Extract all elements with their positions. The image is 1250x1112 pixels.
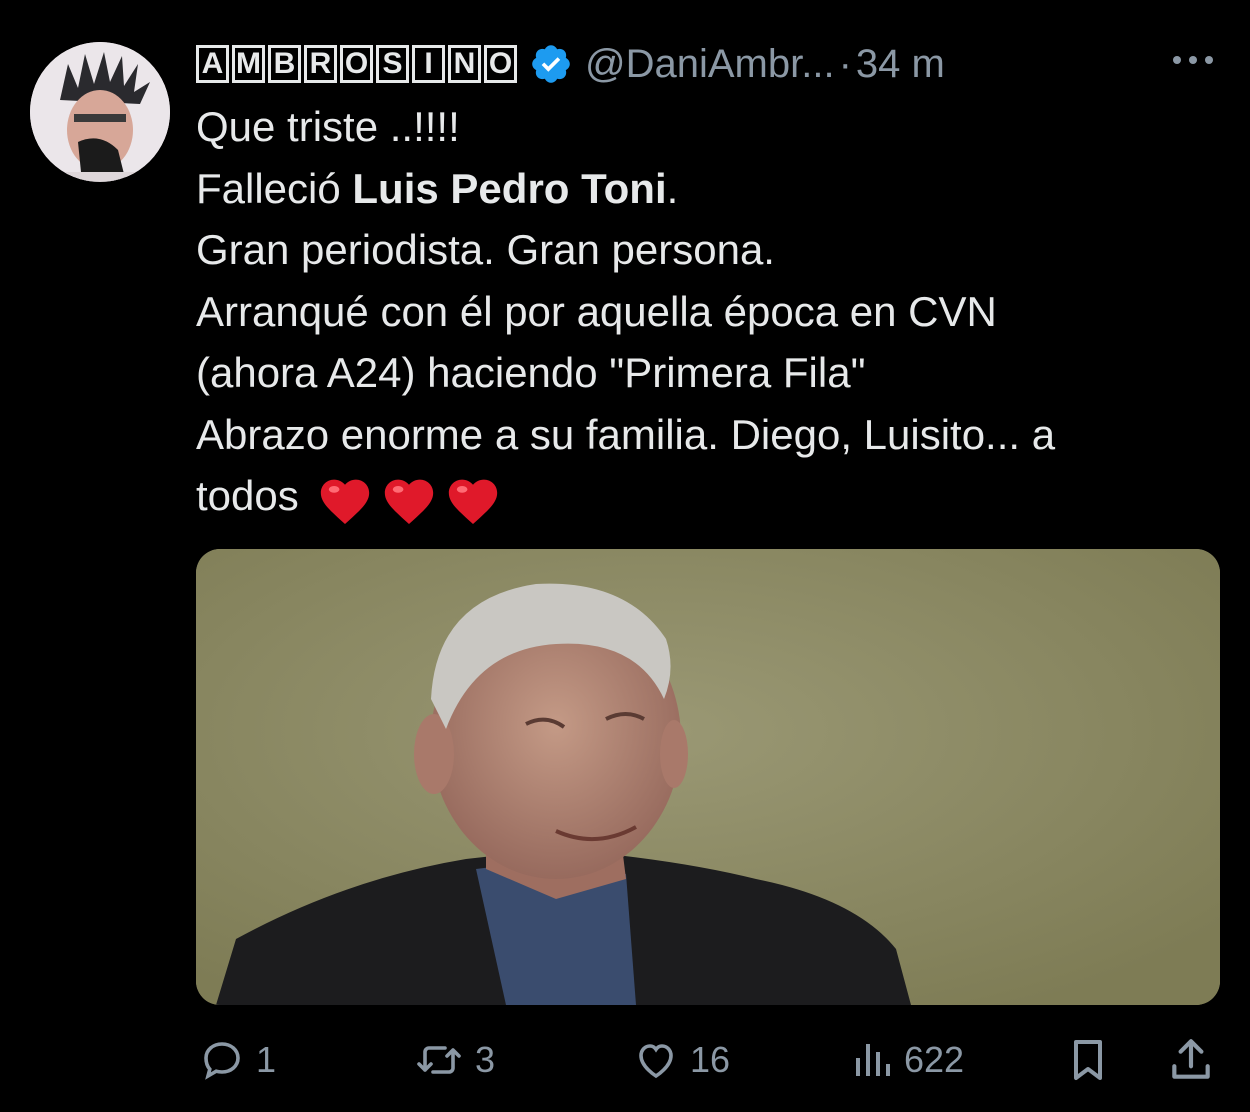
retweet-icon bbox=[417, 1046, 461, 1074]
text-fragment: . bbox=[666, 164, 679, 212]
text-fragment: todos bbox=[196, 472, 299, 519]
share-icon bbox=[1172, 1039, 1210, 1079]
bookmark-icon bbox=[1074, 1040, 1102, 1080]
display-name-letter: B bbox=[268, 45, 301, 83]
display-name-letter: M bbox=[232, 45, 265, 83]
retweet-count: 3 bbox=[475, 1039, 496, 1080]
tweet: AMBROSINO @DaniAmbr... · 34 m Que triste… bbox=[0, 0, 1250, 1112]
text-line: Arranqué con él por aquella época en CVN bbox=[196, 287, 997, 335]
display-name-letter: I bbox=[412, 45, 445, 83]
tweet-header: AMBROSINO @DaniAmbr... · 34 m bbox=[196, 36, 945, 92]
display-name-letter: O bbox=[340, 45, 373, 83]
text-line: (ahora A24) haciendo "Primera Fila" bbox=[196, 349, 866, 396]
heart-emoji-icon bbox=[385, 479, 434, 524]
handle[interactable]: @DaniAmbr... bbox=[585, 42, 835, 87]
display-name-letter: A bbox=[196, 45, 229, 83]
verified-badge-icon bbox=[532, 45, 570, 83]
display-name-letter: N bbox=[448, 45, 481, 83]
text-line: Que triste ..!!!! bbox=[196, 103, 460, 150]
views-count: 622 bbox=[904, 1039, 965, 1080]
heart-emoji-icon bbox=[321, 479, 370, 524]
more-icon[interactable] bbox=[1168, 38, 1218, 82]
avatar-image bbox=[30, 42, 170, 182]
text-line: Falleció Luis Pedro Toni. bbox=[196, 158, 1196, 220]
media-photo bbox=[196, 549, 1220, 1005]
bookmark-button[interactable] bbox=[1064, 1030, 1112, 1090]
display-name-letter: O bbox=[484, 45, 517, 83]
views-icon bbox=[856, 1044, 890, 1076]
text-line: Gran periodista. Gran persona. bbox=[196, 226, 775, 273]
retweet-button[interactable]: 3 bbox=[411, 1030, 495, 1090]
tweet-media[interactable] bbox=[196, 549, 1220, 1005]
like-count: 16 bbox=[690, 1039, 731, 1080]
separator: · bbox=[838, 41, 852, 86]
timestamp[interactable]: 34 m bbox=[856, 42, 945, 87]
display-name[interactable]: AMBROSINO bbox=[196, 45, 517, 83]
like-button[interactable]: 16 bbox=[630, 1030, 730, 1090]
text-line: Abrazo enorme a su familia. Diego, Luisi… bbox=[196, 410, 1056, 458]
tweet-text: Que triste ..!!!! Falleció Luis Pedro To… bbox=[196, 96, 1196, 527]
reply-icon bbox=[204, 1042, 240, 1080]
reply-button[interactable]: 1 bbox=[196, 1030, 276, 1090]
tweet-actions: 1 3 16 622 bbox=[196, 1030, 1226, 1090]
display-name-letter: R bbox=[304, 45, 337, 83]
bold-name: Luis Pedro Toni bbox=[352, 164, 667, 212]
display-name-letter: S bbox=[376, 45, 409, 83]
avatar[interactable] bbox=[30, 42, 170, 182]
views-button[interactable]: 622 bbox=[848, 1030, 964, 1090]
like-icon bbox=[639, 1044, 673, 1079]
reply-count: 1 bbox=[256, 1039, 277, 1080]
heart-emoji-icon bbox=[449, 479, 498, 524]
share-button[interactable] bbox=[1166, 1030, 1216, 1090]
text-line: todos bbox=[196, 465, 1196, 527]
text-fragment: Falleció bbox=[196, 164, 353, 212]
